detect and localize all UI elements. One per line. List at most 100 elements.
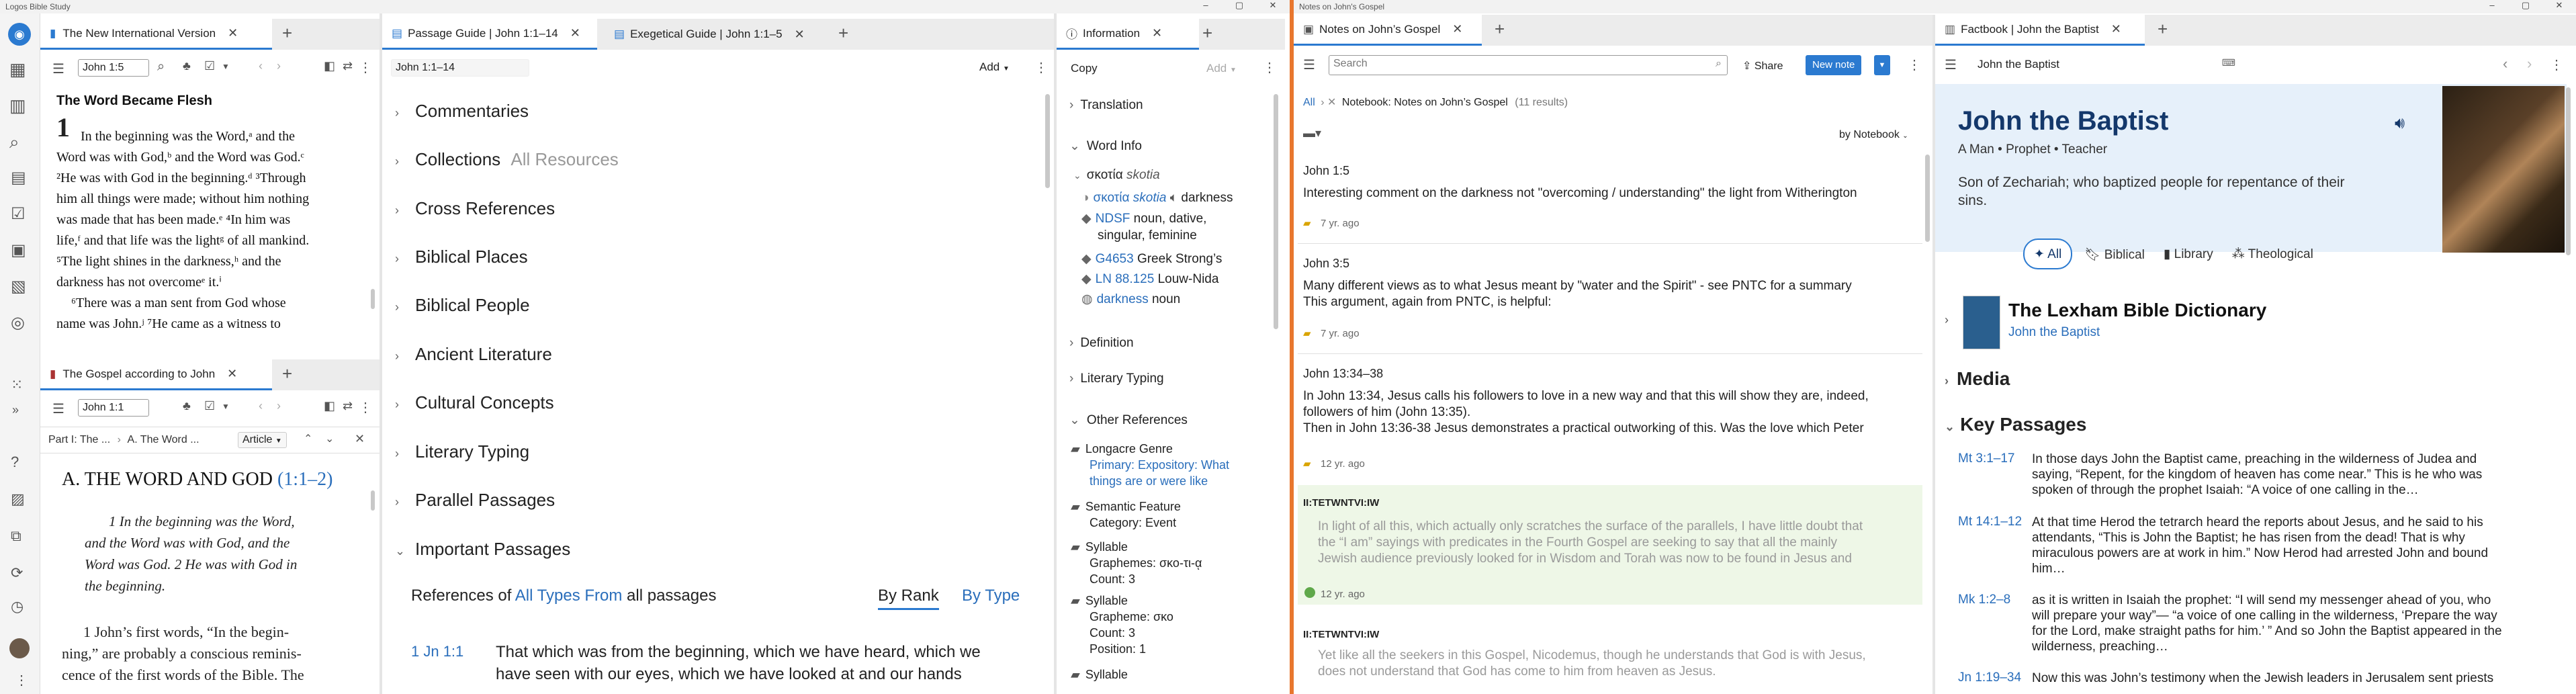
- chevron-down-icon[interactable]: ▼: [222, 402, 230, 411]
- factbook-search-input[interactable]: John the Baptist ⌨: [1972, 54, 2241, 75]
- search-icon[interactable]: ⌕: [157, 59, 165, 75]
- forward-icon[interactable]: ›: [2527, 55, 2532, 73]
- expand-icon[interactable]: »: [12, 403, 19, 417]
- people-icon[interactable]: ♣: [183, 59, 191, 73]
- maximize-icon[interactable]: ▢: [1223, 0, 1256, 11]
- crumb-notebook[interactable]: Notebook: Notes on John’s Gospel: [1342, 97, 1508, 108]
- close-window-icon[interactable]: ✕: [2542, 0, 2576, 11]
- arrow-up-icon[interactable]: ⌃: [304, 432, 312, 445]
- article-dropdown[interactable]: Article ▼: [238, 432, 287, 448]
- note-reference[interactable]: John 1:5: [1303, 164, 1349, 178]
- pane1-scrollbar[interactable]: [371, 289, 375, 309]
- visual-filter-icon[interactable]: ☑: [204, 59, 215, 73]
- section-word-info[interactable]: ⌄ Word Info: [1069, 138, 1142, 154]
- logos-logo-icon[interactable]: ◉: [8, 23, 31, 46]
- section-cross-references[interactable]: › Cross References: [395, 198, 555, 219]
- entity-image[interactable]: [2442, 86, 2565, 253]
- more-icon[interactable]: ⋮: [359, 59, 372, 76]
- close-tab-icon[interactable]: ✕: [2111, 22, 2121, 36]
- guide-reference-input[interactable]: John 1:1–14: [391, 59, 529, 77]
- minimize-icon[interactable]: –: [1189, 0, 1223, 11]
- tab-factbook[interactable]: ▥ Factbook | John the Baptist ✕: [1935, 15, 2145, 46]
- note-reference[interactable]: II:TETWNTVI:IW: [1303, 629, 1379, 640]
- info-link[interactable]: NDSF: [1096, 212, 1130, 226]
- minimize-icon[interactable]: –: [2475, 0, 2509, 11]
- filter-all[interactable]: ✦ All: [2023, 238, 2073, 269]
- passage-ref-link[interactable]: Mt 3:1–17: [1958, 451, 2015, 466]
- sync-icon[interactable]: ⟳: [11, 564, 23, 582]
- passage-ref-link[interactable]: Jn 1:19–34: [1958, 670, 2021, 685]
- section-collections[interactable]: › Collections All Resources: [395, 149, 619, 170]
- layouts-icon[interactable]: ▨: [11, 490, 25, 508]
- info-link[interactable]: G4653: [1096, 252, 1134, 266]
- info-link[interactable]: darkness: [1097, 292, 1149, 306]
- sort-dropdown[interactable]: by Notebook ⌄: [1839, 129, 1908, 141]
- heading-ref-link[interactable]: (1:1–2): [277, 469, 332, 490]
- new-note-button[interactable]: New note: [1806, 55, 1862, 75]
- dictionary-title[interactable]: The Lexham Bible Dictionary: [2008, 300, 2266, 321]
- dictionary-cover[interactable]: [1963, 296, 2000, 349]
- tab-notes[interactable]: ▣ Notes on John’s Gospel ✕: [1294, 15, 1482, 46]
- section-key-passages[interactable]: ⌄ Key Passages: [1945, 414, 2086, 435]
- guide-scrollbar[interactable]: [1045, 94, 1050, 188]
- speaker-icon[interactable]: 🔈︎: [1170, 191, 1178, 205]
- help-icon[interactable]: ?: [11, 453, 19, 471]
- factbook-scrollbar[interactable]: [2566, 87, 2571, 255]
- close-tab-icon[interactable]: ✕: [570, 26, 580, 40]
- note-reference[interactable]: John 3:5: [1303, 257, 1349, 271]
- close-tab-icon[interactable]: ✕: [227, 367, 237, 381]
- forward-icon[interactable]: ›: [277, 59, 281, 73]
- more-icon[interactable]: ⋮: [359, 399, 372, 416]
- by-rank-toggle[interactable]: By Rank: [878, 587, 939, 610]
- close-tab-icon[interactable]: ✕: [1152, 26, 1162, 40]
- menu-icon[interactable]: ☰: [52, 60, 64, 77]
- add-button[interactable]: Add ▼: [979, 60, 1010, 74]
- add-tab-icon[interactable]: +: [2158, 19, 2168, 40]
- search-icon[interactable]: ⌕: [9, 132, 19, 153]
- note-body[interactable]: In light of all this, which actually onl…: [1318, 519, 1909, 567]
- section-parallel-passages[interactable]: › Parallel Passages: [395, 490, 555, 511]
- maximize-icon[interactable]: ▢: [2509, 0, 2542, 11]
- tab-exegetical-guide[interactable]: ▤ Exegetical Guide | John 1:1–5 ✕: [605, 19, 833, 50]
- people-icon[interactable]: ♣: [183, 399, 191, 413]
- panel-icon[interactable]: ◧: [324, 59, 335, 73]
- panel-divider[interactable]: [1054, 13, 1057, 694]
- more-icon[interactable]: ⋮: [1034, 59, 1048, 76]
- filter-theological[interactable]: ⁂ Theological: [2225, 238, 2320, 269]
- close-tab-icon[interactable]: ✕: [228, 26, 238, 40]
- section-important-passages[interactable]: ⌄ Important Passages: [395, 539, 570, 560]
- note-body[interactable]: Interesting comment on the darkness not …: [1303, 185, 1921, 202]
- history-icon[interactable]: ◷: [11, 598, 24, 615]
- share-button[interactable]: ⇪ Share: [1742, 59, 1783, 73]
- close-icon[interactable]: ✕: [355, 432, 365, 446]
- section-biblical-places[interactable]: › Biblical Places: [395, 247, 528, 267]
- tab-information[interactable]: ⓘ Information ✕: [1057, 19, 1199, 50]
- menu-icon[interactable]: ☰: [1303, 56, 1315, 73]
- add-tab-icon[interactable]: +: [1495, 19, 1505, 40]
- new-note-dropdown[interactable]: ▼: [1874, 55, 1890, 75]
- section-cultural-concepts[interactable]: › Cultural Concepts: [395, 392, 554, 413]
- note-reference[interactable]: John 13:34–38: [1303, 367, 1383, 381]
- info-scrollbar[interactable]: [1274, 94, 1278, 329]
- pane-divider[interactable]: [380, 13, 382, 694]
- documents-icon[interactable]: ▣: [11, 241, 26, 260]
- chevron-down-icon[interactable]: ▼: [222, 62, 230, 71]
- tab-niv[interactable]: ▮ The New International Version ✕: [40, 19, 272, 50]
- menu-icon[interactable]: ☰: [52, 400, 64, 417]
- section-other-references[interactable]: ⌄ Other References: [1069, 413, 1188, 428]
- add-tab-icon[interactable]: +: [838, 23, 848, 44]
- note-body[interactable]: In John 13:34, Jesus calls his followers…: [1303, 388, 1921, 437]
- view-toggle-icon[interactable]: ▬▾: [1303, 126, 1321, 140]
- more-icon[interactable]: ⋮: [1263, 59, 1276, 76]
- info-link[interactable]: σκοτία: [1093, 191, 1129, 205]
- filter-biblical[interactable]: 🔖︎ Biblical: [2078, 238, 2151, 269]
- filter-type-link[interactable]: All Types From: [515, 587, 623, 605]
- collections-filter[interactable]: All Resources: [510, 149, 618, 169]
- sync-icon[interactable]: ⇄: [343, 59, 353, 73]
- copy-button[interactable]: Copy: [1071, 62, 1098, 75]
- add-tab-icon[interactable]: +: [282, 23, 292, 44]
- passage-ref-link[interactable]: Mk 1:2–8: [1958, 593, 2010, 607]
- back-icon[interactable]: ‹: [259, 59, 263, 73]
- sync-icon[interactable]: ⇄: [343, 399, 353, 413]
- speaker-icon[interactable]: 🔊︎: [2395, 114, 2405, 133]
